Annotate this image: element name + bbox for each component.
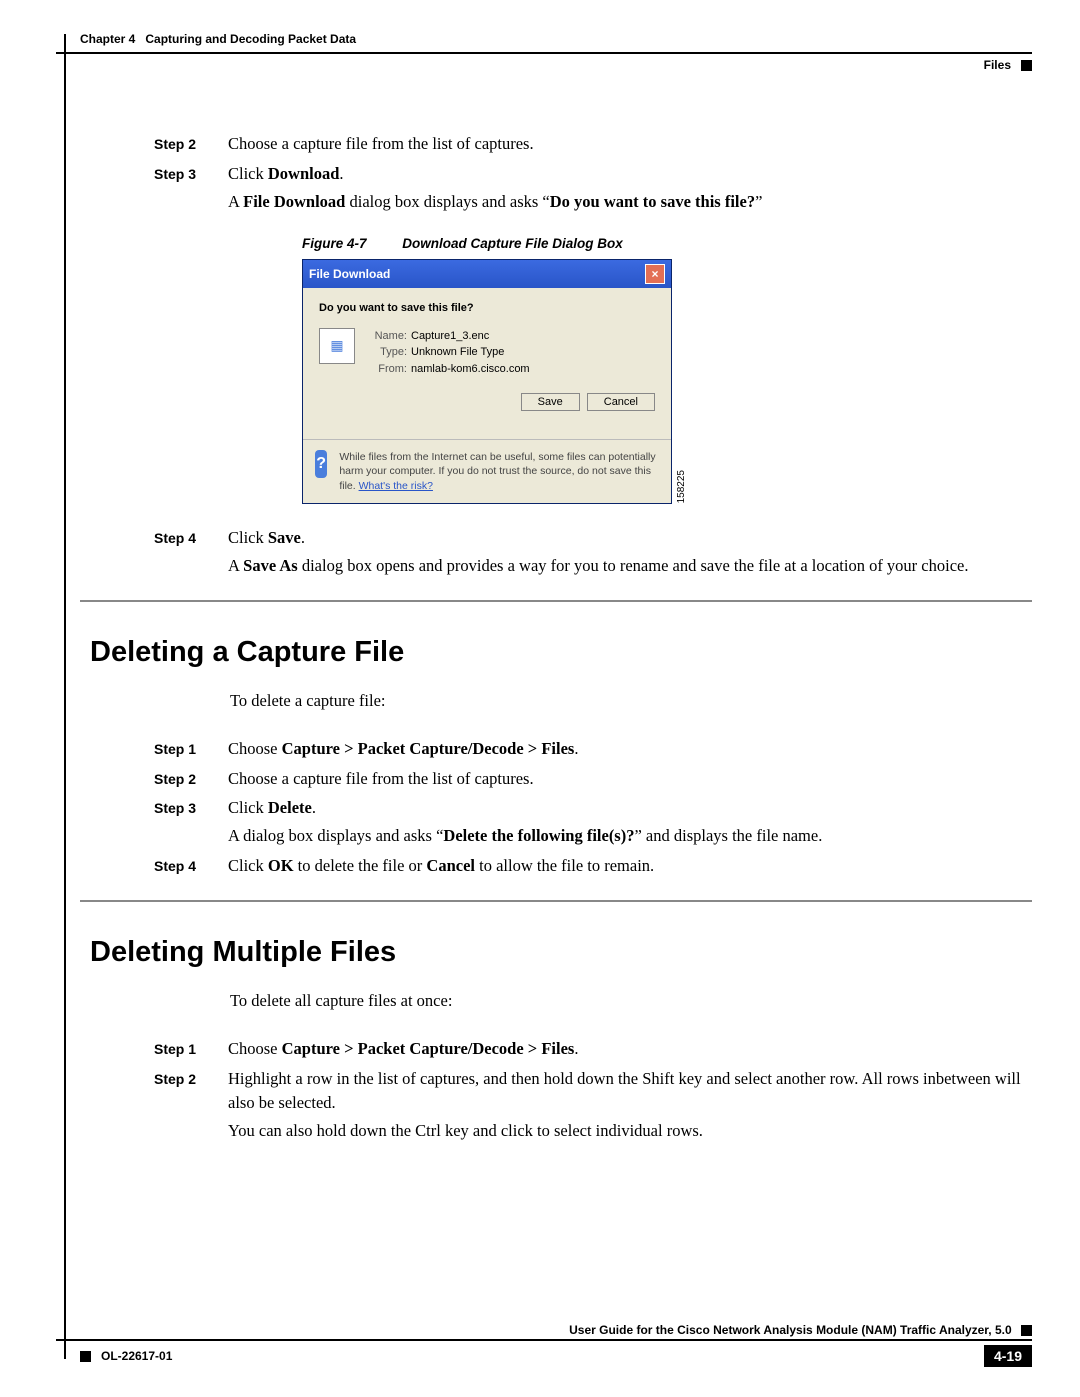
step-label: Step 1 (154, 1037, 214, 1059)
heading-deleting-capture-file: Deleting a Capture File (90, 636, 1032, 669)
dialog-question: Do you want to save this file? (319, 302, 655, 314)
file-download-dialog: File Download × Do you want to save this… (302, 259, 672, 504)
save-button[interactable]: Save (521, 393, 580, 411)
footer-marker-icon (80, 1351, 91, 1362)
chapter-title: Capturing and Decoding Packet Data (145, 32, 356, 46)
file-icon: ▦ (319, 328, 355, 364)
step-text: Click OK to delete the file or Cancel to… (228, 854, 1032, 878)
close-icon[interactable]: × (645, 264, 665, 284)
step-label: Step 4 (154, 854, 214, 876)
file-details: Name:Capture1_3.enc Type:Unknown File Ty… (369, 328, 530, 378)
left-margin-rule (64, 34, 66, 1359)
section-name: Files (984, 58, 1011, 72)
doc-id: OL-22617-01 (101, 1349, 172, 1363)
dialog-title: File Download (309, 267, 390, 281)
step-text: Click Save. A Save As dialog box opens a… (228, 526, 1032, 578)
step-text: Choose a capture file from the list of c… (228, 767, 1032, 791)
header-rule (56, 52, 1032, 54)
whats-the-risk-link[interactable]: What's the risk? (359, 480, 433, 492)
step-text: Choose a capture file from the list of c… (228, 132, 1032, 156)
heading-deleting-multiple-files: Deleting Multiple Files (90, 936, 1032, 969)
section-separator (80, 900, 1032, 902)
figure-ref-number: 158225 (676, 470, 687, 503)
step-label: Step 1 (154, 737, 214, 759)
chapter-number: Chapter 4 (80, 32, 135, 46)
cancel-button[interactable]: Cancel (587, 393, 655, 411)
step-label: Step 2 (154, 132, 214, 154)
step-text: Click Download. A File Download dialog b… (228, 162, 1032, 214)
figure-caption: Figure 4-7 Download Capture File Dialog … (302, 236, 1032, 251)
step-text: Highlight a row in the list of captures,… (228, 1067, 1032, 1143)
shield-question-icon: ? (315, 450, 327, 478)
page-footer: User Guide for the Cisco Network Analysi… (56, 1323, 1032, 1367)
header-marker-icon (1021, 60, 1032, 71)
step-text: Choose Capture > Packet Capture/Decode >… (228, 1037, 1032, 1061)
guide-title: User Guide for the Cisco Network Analysi… (569, 1323, 1012, 1337)
section-intro: To delete a capture file: (230, 691, 1032, 711)
step-label: Step 3 (154, 796, 214, 818)
dialog-warning: While files from the Internet can be use… (339, 450, 659, 493)
step-label: Step 2 (154, 1067, 214, 1089)
step-label: Step 4 (154, 526, 214, 548)
footer-marker-icon (1021, 1325, 1032, 1336)
step-label: Step 2 (154, 767, 214, 789)
section-intro: To delete all capture files at once: (230, 991, 1032, 1011)
step-text: Click Delete. A dialog box displays and … (228, 796, 1032, 848)
step-text: Choose Capture > Packet Capture/Decode >… (228, 737, 1032, 761)
step-label: Step 3 (154, 162, 214, 184)
page-number: 4-19 (984, 1345, 1032, 1367)
running-header: Chapter 4 Capturing and Decoding Packet … (56, 32, 1032, 46)
section-separator (80, 600, 1032, 602)
